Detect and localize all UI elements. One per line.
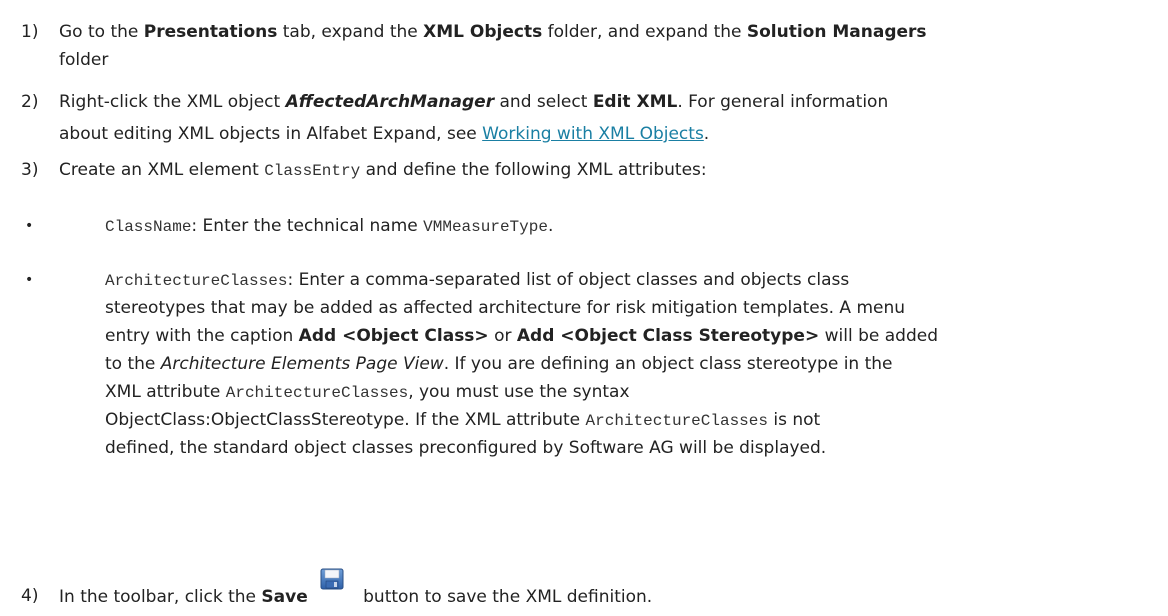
save-floppy-icon: [320, 568, 344, 590]
bullet-text-line: XML attribute ArchitectureClasses, you m…: [105, 378, 630, 407]
step-number: 4): [21, 586, 39, 606]
bullet-text-line: ObjectClass:ObjectClassStereotype. If th…: [105, 406, 820, 435]
code-text: ClassName: [105, 218, 192, 236]
step-text-line: folder: [59, 50, 109, 70]
step-number: 2): [21, 92, 39, 112]
text: about editing XML objects in Alfabet Exp…: [59, 124, 483, 144]
text: and select: [494, 92, 593, 112]
text: is not: [767, 410, 821, 430]
bullet-text-line: defined, the standard object classes pre…: [105, 438, 827, 458]
object-name: AffectedArchManager: [285, 92, 495, 112]
text: folder, and expand the: [542, 22, 747, 42]
step-number: 3): [21, 160, 39, 180]
text: to the: [105, 354, 161, 374]
bold-text: Add <Object Class>: [298, 326, 489, 346]
code-text: ArchitectureClasses: [225, 384, 409, 402]
text: Right-click the XML object: [59, 92, 286, 112]
code-text: ArchitectureClasses: [105, 272, 288, 290]
text: or: [488, 326, 517, 346]
text: Go to the: [59, 22, 144, 42]
text: In the toolbar, click the: [59, 587, 262, 607]
text: : Enter the technical name: [191, 216, 424, 236]
italic-text: Architecture Elements Page View: [160, 354, 444, 374]
text: button to save the XML definition.: [357, 587, 653, 607]
text: : Enter a comma-separated list of object…: [287, 270, 850, 290]
text: XML attribute: [105, 382, 226, 402]
text: tab, expand the: [277, 22, 424, 42]
text: .: [547, 216, 554, 236]
code-text: VMMeasureType: [423, 218, 548, 236]
bullet-text-line: ArchitectureClasses: Enter a comma-separ…: [105, 266, 849, 295]
text: .: [703, 124, 710, 144]
bullet-glyph: •: [25, 218, 34, 234]
step-text-line: Right-click the XML object AffectedArchM…: [59, 88, 888, 116]
bold-text: Add <Object Class Stereotype>: [516, 326, 820, 346]
bold-text: XML Objects: [423, 22, 543, 42]
bold-text: Solution Managers: [746, 22, 927, 42]
bullet-text-line: stereotypes that may be added as affecte…: [105, 298, 906, 318]
step-text-line: Create an XML element ClassEntry and def…: [59, 156, 707, 185]
bold-text: Presentations: [143, 22, 278, 42]
text: entry with the caption: [105, 326, 299, 346]
bullet-text-line: to the Architecture Elements Page View. …: [105, 350, 893, 378]
text: . If you are defining an object class st…: [443, 354, 893, 374]
working-with-xml-objects-link[interactable]: Working with XML Objects: [482, 124, 704, 144]
bold-text: Edit XML: [592, 92, 678, 112]
code-text: ClassEntry: [264, 162, 361, 180]
text: , you must use the syntax: [408, 382, 630, 402]
code-text: ArchitectureClasses: [585, 412, 768, 430]
text: Create an XML element: [59, 160, 265, 180]
step-text-line: about editing XML objects in Alfabet Exp…: [59, 120, 709, 148]
text: and define the following XML attributes:: [360, 160, 707, 180]
text: . For general information: [677, 92, 889, 112]
bullet-glyph: •: [25, 272, 34, 288]
step-number: 1): [21, 22, 39, 42]
text: ObjectClass:ObjectClassStereotype. If th…: [105, 410, 586, 430]
bullet-text-line: entry with the caption Add <Object Class…: [105, 322, 938, 350]
bullet-text: ClassName: Enter the technical name VMMe…: [105, 212, 553, 241]
document-body: 1) Go to the Presentations tab, expand t…: [0, 0, 1168, 616]
step-text-line: Go to the Presentations tab, expand the …: [59, 18, 927, 46]
bold-text: Save: [261, 587, 308, 607]
text: will be added: [819, 326, 939, 346]
step-text-line: In the toolbar, click the Save button to…: [59, 568, 653, 611]
